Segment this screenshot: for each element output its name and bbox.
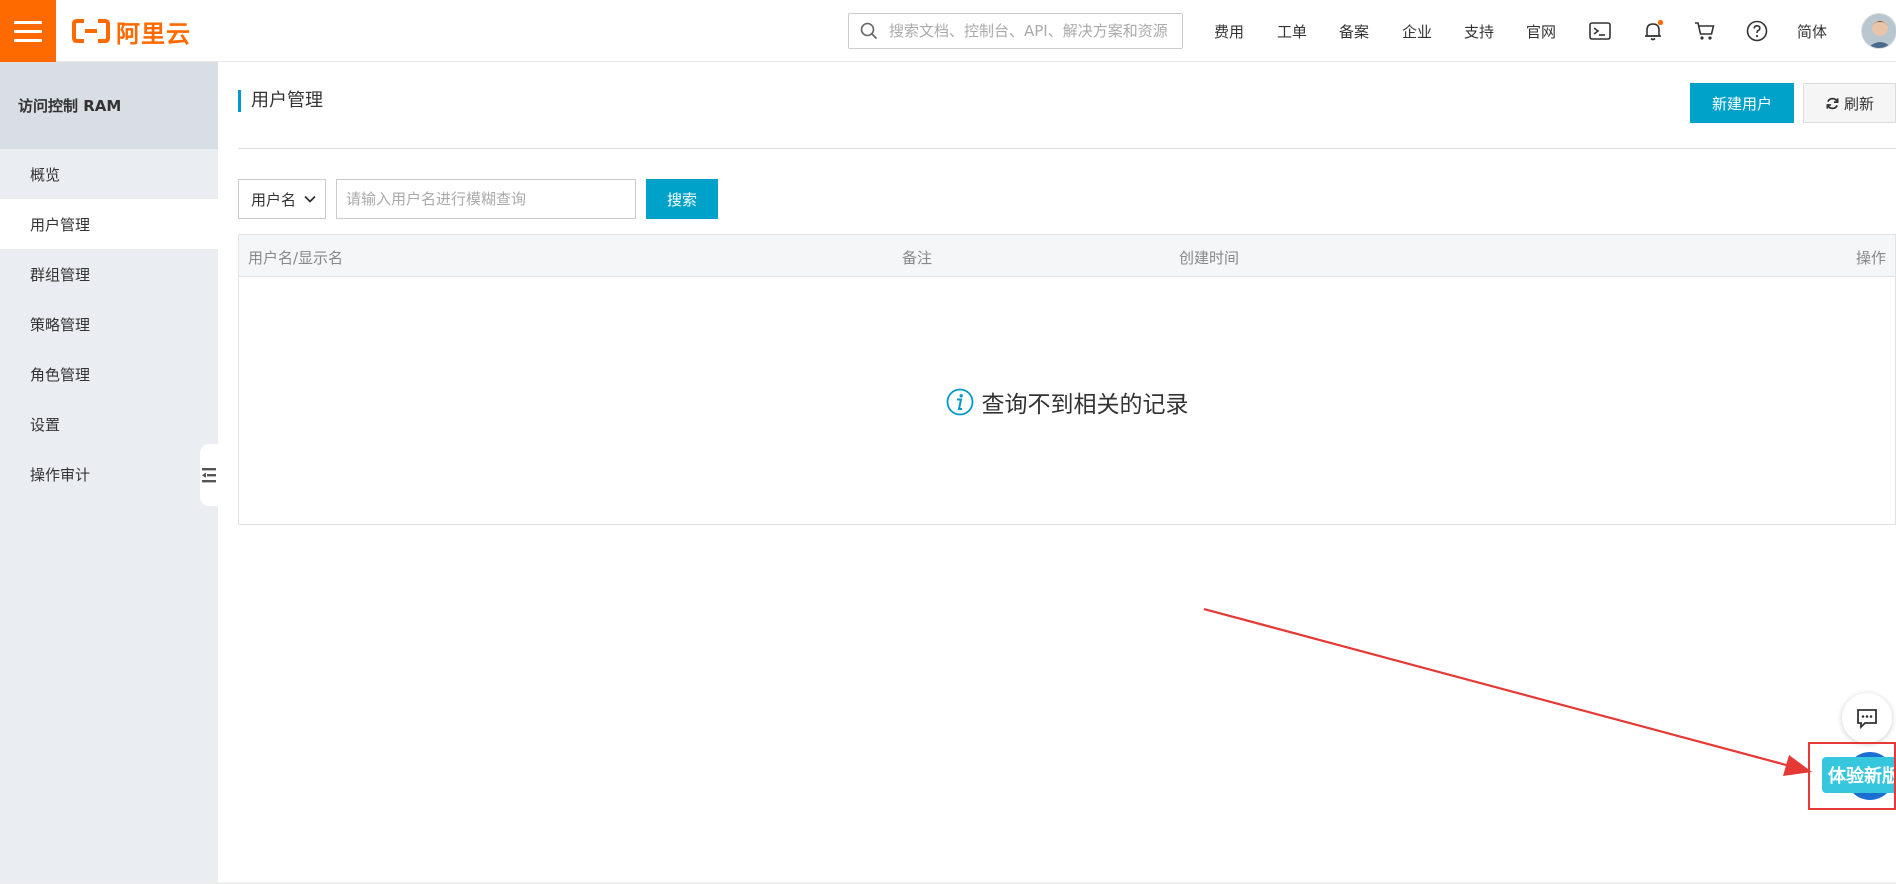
filter-field-value: 用户名 bbox=[251, 190, 297, 209]
username-query-input[interactable] bbox=[336, 179, 636, 219]
hamburger-menu-button[interactable] bbox=[0, 0, 56, 62]
help-icon[interactable] bbox=[1745, 19, 1769, 43]
nav-item-official-site[interactable]: 官网 bbox=[1526, 21, 1556, 42]
empty-state: 查询不到相关的记录 bbox=[239, 385, 1895, 419]
refresh-label: 刷新 bbox=[1843, 94, 1874, 113]
chat-icon bbox=[1857, 709, 1877, 730]
language-switch[interactable]: 简体 bbox=[1797, 21, 1827, 42]
refresh-icon bbox=[1826, 97, 1839, 109]
sidebar-item-policies[interactable]: 策略管理 bbox=[0, 299, 218, 349]
filter-field-select[interactable]: 用户名 bbox=[238, 179, 326, 219]
sidebar-item-overview[interactable]: 概览 bbox=[0, 149, 218, 199]
column-header-actions[interactable]: 操作 bbox=[1856, 247, 1886, 268]
top-bar: 阿里云 费用 工单 备案 企业 支持 官网 简体 bbox=[0, 0, 1896, 62]
sidebar: 访问控制 RAM 概览 用户管理 群组管理 策略管理 角色管理 设置 操作审计 bbox=[0, 62, 218, 884]
menu-line bbox=[14, 29, 42, 33]
nav-item-support[interactable]: 支持 bbox=[1464, 21, 1494, 42]
nav-item-fees[interactable]: 费用 bbox=[1214, 21, 1244, 42]
main-content: 用户管理 新建用户 刷新 用户名 搜索 用户名/显示名 备注 创建时间 操作 bbox=[218, 62, 1896, 884]
column-header-remark[interactable]: 备注 bbox=[902, 247, 932, 268]
cart-icon[interactable] bbox=[1693, 19, 1717, 43]
global-search[interactable] bbox=[848, 13, 1183, 49]
menu-line bbox=[14, 38, 42, 42]
sidebar-item-groups[interactable]: 群组管理 bbox=[0, 249, 218, 299]
sidebar-item-audit[interactable]: 操作审计 bbox=[0, 449, 218, 499]
collapse-icon bbox=[202, 468, 216, 483]
search-input[interactable] bbox=[889, 16, 1182, 46]
column-header-username[interactable]: 用户名/显示名 bbox=[248, 247, 343, 268]
nav-item-icp[interactable]: 备案 bbox=[1339, 21, 1369, 42]
menu-line bbox=[14, 20, 42, 24]
sidebar-title: 访问控制 RAM bbox=[0, 62, 218, 149]
column-header-created-time[interactable]: 创建时间 bbox=[1179, 247, 1239, 268]
highlight-box bbox=[1808, 742, 1896, 810]
new-user-button[interactable]: 新建用户 bbox=[1690, 83, 1794, 123]
chat-float-button[interactable] bbox=[1842, 693, 1892, 743]
aliyun-logo[interactable]: 阿里云 bbox=[72, 14, 191, 48]
search-button[interactable]: 搜索 bbox=[646, 179, 718, 219]
search-icon bbox=[849, 22, 889, 40]
page-title: 用户管理 bbox=[238, 90, 323, 112]
users-table: 用户名/显示名 备注 创建时间 操作 查询不到相关的记录 bbox=[238, 234, 1896, 525]
logo-text: 阿里云 bbox=[116, 19, 191, 48]
nav-item-tickets[interactable]: 工单 bbox=[1277, 21, 1307, 42]
sidebar-collapse-toggle[interactable] bbox=[200, 444, 218, 506]
sidebar-item-users[interactable]: 用户管理 bbox=[0, 199, 218, 249]
aliyun-logo-icon bbox=[72, 19, 110, 43]
empty-message: 查询不到相关的记录 bbox=[981, 392, 1189, 418]
divider bbox=[238, 148, 1896, 149]
user-avatar-icon bbox=[1862, 14, 1896, 48]
refresh-button[interactable]: 刷新 bbox=[1803, 83, 1896, 123]
table-header: 用户名/显示名 备注 创建时间 操作 bbox=[239, 235, 1895, 277]
chevron-down-icon bbox=[304, 195, 316, 203]
nav-item-enterprise[interactable]: 企业 bbox=[1402, 21, 1432, 42]
avatar[interactable] bbox=[1861, 13, 1896, 49]
sidebar-item-roles[interactable]: 角色管理 bbox=[0, 349, 218, 399]
bell-icon[interactable] bbox=[1641, 19, 1665, 43]
terminal-icon[interactable] bbox=[1588, 19, 1612, 43]
sidebar-item-settings[interactable]: 设置 bbox=[0, 399, 218, 449]
info-icon bbox=[946, 388, 973, 416]
